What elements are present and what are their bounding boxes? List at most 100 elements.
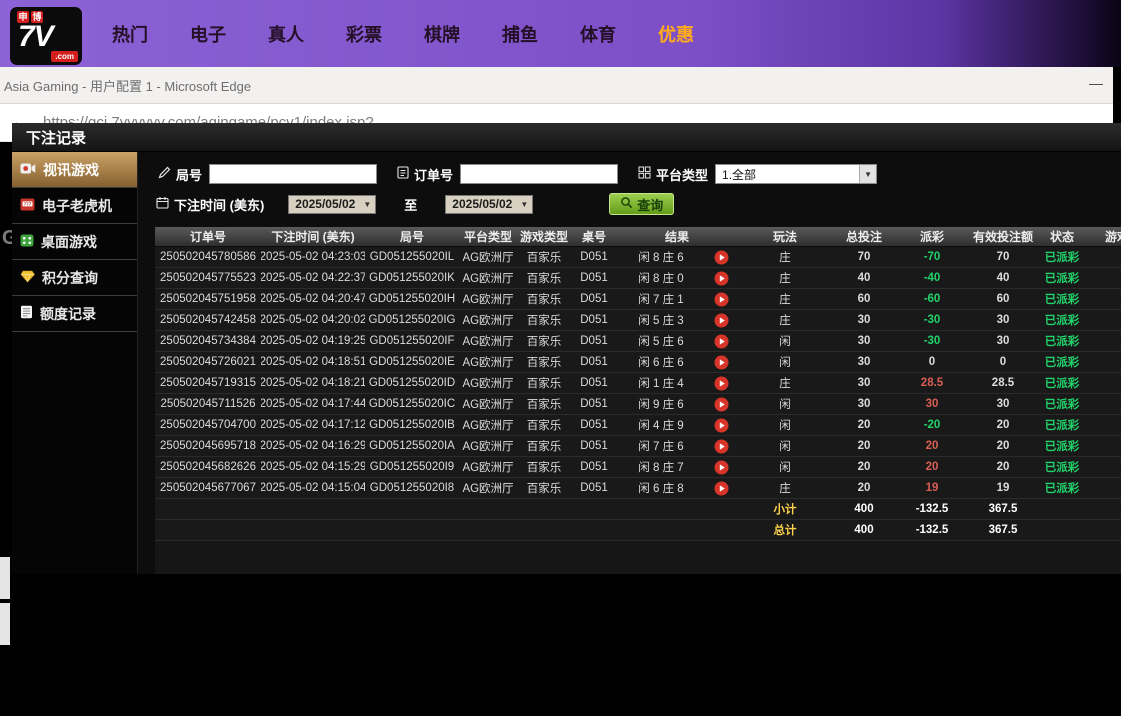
cell-bet-time: 2025-05-02 04:20:47 <box>261 289 365 309</box>
sidebar-item-视讯游戏[interactable]: 视讯游戏 <box>12 152 137 188</box>
nav-item-优惠[interactable]: 优惠 <box>658 21 694 47</box>
panel-content: 局号 订单号 平台类型 1.全部 ▼ <box>138 152 1121 574</box>
cell-result: 闲 1 庄 4 <box>617 373 705 393</box>
cell-round-number: GD051255020IL <box>365 247 459 267</box>
cell-result: 闲 7 庄 6 <box>617 436 705 456</box>
order-number-input[interactable] <box>460 164 618 184</box>
nav-item-捕鱼[interactable]: 捕鱼 <box>502 21 538 47</box>
cell-game-extra <box>1087 331 1121 351</box>
cell-order-number: 250502045775523 <box>155 268 261 288</box>
play-video-button[interactable] <box>705 247 737 267</box>
footer-label: 总计 <box>737 520 833 540</box>
cell-payout: 0 <box>895 352 969 372</box>
play-video-button[interactable] <box>705 478 737 498</box>
column-header: 游戏 <box>1087 227 1121 246</box>
table-row: 2505020456826262025-05-02 04:15:29GD0512… <box>155 457 1121 478</box>
cell-game-extra <box>1087 268 1121 288</box>
cell-round-number: GD051255020IC <box>365 394 459 414</box>
sidebar-item-积分查询[interactable]: 积分查询 <box>12 260 137 296</box>
cell-result: 闲 8 庄 7 <box>617 457 705 477</box>
cell-valid-bet: 30 <box>969 394 1037 414</box>
column-header: 总投注 <box>833 227 895 246</box>
cell-game-extra <box>1087 352 1121 372</box>
nav-item-棋牌[interactable]: 棋牌 <box>424 21 460 47</box>
nav-item-体育[interactable]: 体育 <box>580 21 616 47</box>
cell-bet-side: 庄 <box>737 268 833 288</box>
footer-label: 小计 <box>737 499 833 519</box>
play-video-button[interactable] <box>705 415 737 435</box>
platform-type-select[interactable]: 1.全部 ▼ <box>715 164 877 184</box>
cell-result: 闲 7 庄 1 <box>617 289 705 309</box>
cell-total-bet: 20 <box>833 436 895 456</box>
nav-item-电子[interactable]: 电子 <box>190 21 226 47</box>
site-logo[interactable]: 申 博 7V .com <box>10 7 82 65</box>
play-video-button[interactable] <box>705 457 737 477</box>
round-number-label: 局号 <box>158 165 202 184</box>
cell-valid-bet: 19 <box>969 478 1037 498</box>
cell-status: 已派彩 <box>1037 394 1087 414</box>
cell-valid-bet: 0 <box>969 352 1037 372</box>
table-row: 2505020457260212025-05-02 04:18:51GD0512… <box>155 352 1121 373</box>
cell-round-number: GD051255020IK <box>365 268 459 288</box>
column-header: 平台类型 <box>459 227 517 246</box>
table-row: 2505020456957182025-05-02 04:16:29GD0512… <box>155 436 1121 457</box>
cell-total-bet: 30 <box>833 331 895 351</box>
sidebar-item-额度记录[interactable]: 额度记录 <box>12 296 137 332</box>
cell-table-number: D051 <box>571 352 617 372</box>
date-to-select[interactable]: 2025/05/02 ▼ <box>445 195 533 214</box>
pencil-icon <box>158 166 171 182</box>
play-video-button[interactable] <box>705 352 737 372</box>
logo-brand-text: 7V <box>18 20 53 54</box>
cell-platform-type: AG欧洲厅 <box>459 352 517 372</box>
cell-game-type: 百家乐 <box>517 310 571 330</box>
chevron-down-icon: ▼ <box>859 165 876 183</box>
cell-order-number: 250502045711526 <box>155 394 261 414</box>
cell-game-type: 百家乐 <box>517 289 571 309</box>
cell-round-number: GD051255020I9 <box>365 457 459 477</box>
minimize-button[interactable]: — <box>1089 75 1103 91</box>
nav-item-彩票[interactable]: 彩票 <box>346 21 382 47</box>
grand-total-row: 总计400-132.5367.5 <box>155 520 1121 541</box>
cell-bet-side: 闲 <box>737 331 833 351</box>
bet-record-table: 订单号下注时间 (美东)局号平台类型游戏类型桌号结果玩法总投注派彩有效投注额状态… <box>155 227 1121 574</box>
cell-bet-side: 闲 <box>737 352 833 372</box>
slot-machine-icon: 777 <box>20 198 35 214</box>
footer-spacer <box>155 499 737 519</box>
nav-item-热门[interactable]: 热门 <box>112 21 148 47</box>
cell-table-number: D051 <box>571 268 617 288</box>
sidebar-item-电子老虎机[interactable]: 777电子老虎机 <box>12 188 137 224</box>
play-video-button[interactable] <box>705 289 737 309</box>
sidebar-item-桌面游戏[interactable]: 桌面游戏 <box>12 224 137 260</box>
gem-icon <box>20 270 35 286</box>
table-row: 2505020457755232025-05-02 04:22:37GD0512… <box>155 268 1121 289</box>
play-video-button[interactable] <box>705 373 737 393</box>
cell-order-number: 250502045780586 <box>155 247 261 267</box>
play-video-button[interactable] <box>705 394 737 414</box>
cell-order-number: 250502045677067 <box>155 478 261 498</box>
nav-item-真人[interactable]: 真人 <box>268 21 304 47</box>
page-fragment <box>0 557 10 599</box>
play-video-button[interactable] <box>705 310 737 330</box>
cell-valid-bet: 20 <box>969 415 1037 435</box>
table-header-row: 订单号下注时间 (美东)局号平台类型游戏类型桌号结果玩法总投注派彩有效投注额状态… <box>155 227 1121 247</box>
cell-total-bet: 30 <box>833 310 895 330</box>
table-row: 2505020457193152025-05-02 04:18:21GD0512… <box>155 373 1121 394</box>
date-from-select[interactable]: 2025/05/02 ▼ <box>288 195 376 214</box>
play-video-button[interactable] <box>705 331 737 351</box>
cell-order-number: 250502045742458 <box>155 310 261 330</box>
cell-game-extra <box>1087 289 1121 309</box>
cell-game-type: 百家乐 <box>517 478 571 498</box>
play-video-button[interactable] <box>705 268 737 288</box>
round-number-input[interactable] <box>209 164 377 184</box>
column-header: 局号 <box>365 227 459 246</box>
cell-result: 闲 5 庄 3 <box>617 310 705 330</box>
cell-payout: 19 <box>895 478 969 498</box>
cell-platform-type: AG欧洲厅 <box>459 457 517 477</box>
nav-menu: 热门 电子 真人 彩票 棋牌 捕鱼 体育 优惠 <box>112 21 736 47</box>
cell-total-bet: 30 <box>833 373 895 393</box>
cell-valid-bet: 40 <box>969 268 1037 288</box>
filter-row-2: 下注时间 (美东) 2025/05/02 ▼ 至 2025/05/02 ▼ 查询 <box>156 193 674 215</box>
search-button[interactable]: 查询 <box>609 193 674 215</box>
play-video-button[interactable] <box>705 436 737 456</box>
cell-payout: 28.5 <box>895 373 969 393</box>
